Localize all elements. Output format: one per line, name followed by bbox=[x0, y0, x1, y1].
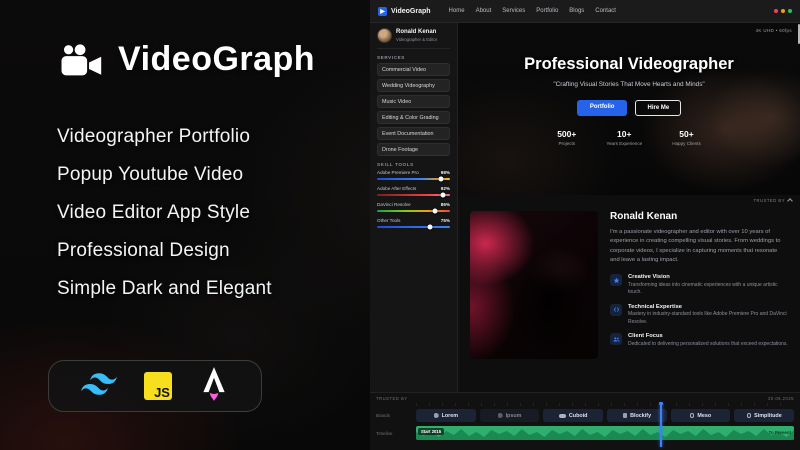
feature-client-focus: Client Focus Dedicated to delivering per… bbox=[610, 333, 788, 348]
slider-handle-icon[interactable] bbox=[433, 208, 438, 213]
brand-chip-cuboid[interactable]: Cuboid bbox=[543, 409, 603, 422]
hero-stats: 500+Projects 10+Years Experience 50+Happ… bbox=[557, 129, 701, 146]
astro-icon bbox=[199, 367, 229, 406]
javascript-icon: JS bbox=[144, 372, 172, 400]
hexagon-icon bbox=[498, 413, 503, 419]
trusted-by-toggle[interactable]: TRUSTED BY bbox=[753, 198, 792, 203]
nav-link-home[interactable]: Home bbox=[449, 8, 465, 14]
circle-icon bbox=[690, 413, 695, 418]
services-heading: SERVICES bbox=[377, 55, 450, 60]
chevron-up-icon bbox=[787, 198, 793, 204]
hero-subtitle: "Crafting Visual Stories That Move Heart… bbox=[553, 81, 704, 88]
timeline-ruler bbox=[416, 403, 792, 406]
code-icon bbox=[610, 304, 622, 316]
service-item[interactable]: Event Documentation bbox=[377, 127, 450, 140]
skill-davinci: DaVinci Resolve 86% bbox=[377, 202, 450, 212]
track-start-badge: Start 2015 bbox=[418, 428, 444, 435]
video-meta: 4K UHD • 60fps bbox=[756, 28, 792, 33]
tech-stack-pill: JS bbox=[48, 360, 262, 412]
slider-handle-icon[interactable] bbox=[428, 225, 433, 230]
skill-slider[interactable] bbox=[377, 226, 450, 229]
timeline-track[interactable]: Start 2015 To Present bbox=[416, 426, 794, 440]
nav-link-services[interactable]: Services bbox=[502, 8, 525, 14]
service-item[interactable]: Drone Footage bbox=[377, 143, 450, 156]
about-section: TRUSTED BY Ronald Kenan I'm a passionate… bbox=[458, 195, 800, 392]
skill-after-effects: Adobe After Effects 92% bbox=[377, 186, 450, 196]
nav-link-portfolio[interactable]: Portfolio bbox=[536, 8, 558, 14]
hero-section: 4K UHD • 60fps Professional Videographer… bbox=[458, 23, 800, 195]
timeline-row-label: Timeline bbox=[376, 431, 411, 436]
profile-card: Ronald Kenan Videographer & Editor bbox=[377, 28, 450, 49]
feature-creative-vision: Creative Vision Transforming ideas into … bbox=[610, 274, 788, 297]
cylinder-icon bbox=[559, 414, 566, 418]
skill-slider[interactable] bbox=[377, 194, 450, 197]
trusted-by-label: TRUSTED BY bbox=[376, 396, 408, 401]
nav-link-about[interactable]: About bbox=[476, 8, 492, 14]
close-icon[interactable] bbox=[774, 9, 778, 13]
brand-chip-meso[interactable]: Meso bbox=[671, 409, 731, 422]
maximize-icon[interactable] bbox=[788, 9, 792, 13]
playhead[interactable] bbox=[660, 404, 662, 447]
promo-panel: VideoGraph Videographer Portfolio Popup … bbox=[0, 0, 370, 450]
service-item[interactable]: Editing & Color Grading bbox=[377, 111, 450, 124]
hire-me-button[interactable]: Hire Me bbox=[635, 100, 681, 116]
profile-name: Ronald Kenan bbox=[396, 29, 437, 36]
promo-banner: VideoGraph Videographer Portfolio Popup … bbox=[0, 0, 800, 450]
service-item[interactable]: Music Video bbox=[377, 95, 450, 108]
skills-heading: SKILL TOOLS bbox=[377, 162, 450, 167]
circle-icon bbox=[747, 413, 752, 418]
portfolio-button[interactable]: Portfolio bbox=[577, 100, 628, 116]
slider-handle-icon[interactable] bbox=[440, 192, 445, 197]
brand-chips: Lorem Ipsum Cuboid Blockify Meso Simplit… bbox=[416, 409, 794, 422]
square-icon bbox=[623, 413, 628, 418]
nav-links: Home About Services Portfolio Blogs Cont… bbox=[449, 8, 616, 14]
star-icon bbox=[610, 274, 622, 286]
feature-item: Simple Dark and Elegant bbox=[57, 278, 272, 300]
users-icon bbox=[610, 333, 622, 345]
feature-list: Videographer Portfolio Popup Youtube Vid… bbox=[57, 126, 272, 300]
skill-slider[interactable] bbox=[377, 210, 450, 213]
site-brand[interactable]: ▶ VideoGraph bbox=[378, 7, 431, 16]
hero-title: Professional Videographer bbox=[524, 55, 734, 74]
skill-other-tools: Other Tools 75% bbox=[377, 218, 450, 228]
minimize-icon[interactable] bbox=[781, 9, 785, 13]
tailwind-icon bbox=[81, 372, 117, 401]
brand-chip-lorem[interactable]: Lorem bbox=[416, 409, 476, 422]
brand-chip-simplitude[interactable]: Simplitude bbox=[734, 409, 794, 422]
track-end-label: To Present bbox=[769, 430, 791, 435]
feature-technical-expertise: Technical Expertise Mastery in industry-… bbox=[610, 304, 788, 327]
website-preview: ▶ VideoGraph Home About Services Portfol… bbox=[370, 0, 800, 450]
avatar bbox=[377, 28, 392, 43]
service-item[interactable]: Wedding Videography bbox=[377, 79, 450, 92]
feature-item: Professional Design bbox=[57, 240, 272, 262]
service-item[interactable]: Commercial Video bbox=[377, 63, 450, 76]
skill-premiere: Adobe Premiere Pro 98% bbox=[377, 170, 450, 180]
brand-name: VideoGraph bbox=[118, 40, 315, 79]
nav-link-contact[interactable]: Contact bbox=[595, 8, 616, 14]
brand-chip-ipsum[interactable]: Ipsum bbox=[480, 409, 540, 422]
profile-role: Videographer & Editor bbox=[396, 37, 437, 42]
about-bio: I'm a passionate videographer and editor… bbox=[610, 228, 788, 265]
brand-logo: VideoGraph bbox=[60, 40, 315, 79]
site-sidebar: Ronald Kenan Videographer & Editor SERVI… bbox=[370, 23, 458, 392]
about-name: Ronald Kenan bbox=[610, 211, 788, 222]
skill-slider[interactable] bbox=[377, 178, 450, 181]
timeline-section: TRUSTED BY 30.06.2025 Brands Lorem Ipsum… bbox=[370, 392, 800, 450]
nav-link-blogs[interactable]: Blogs bbox=[569, 8, 584, 14]
timeline-date: 30.06.2025 bbox=[768, 396, 794, 401]
waveform-icon bbox=[416, 426, 794, 440]
hexagon-icon bbox=[434, 413, 439, 419]
site-navbar: ▶ VideoGraph Home About Services Portfol… bbox=[370, 0, 800, 23]
brands-row-label: Brands bbox=[376, 413, 411, 418]
window-controls bbox=[774, 9, 792, 13]
brand-chip-blockify[interactable]: Blockify bbox=[607, 409, 667, 422]
about-photo bbox=[470, 211, 598, 359]
feature-item: Video Editor App Style bbox=[57, 202, 272, 224]
feature-item: Popup Youtube Video bbox=[57, 164, 272, 186]
video-camera-icon bbox=[60, 44, 104, 76]
slider-handle-icon[interactable] bbox=[439, 176, 444, 181]
feature-item: Videographer Portfolio bbox=[57, 126, 272, 148]
site-logo-icon: ▶ bbox=[378, 7, 387, 16]
